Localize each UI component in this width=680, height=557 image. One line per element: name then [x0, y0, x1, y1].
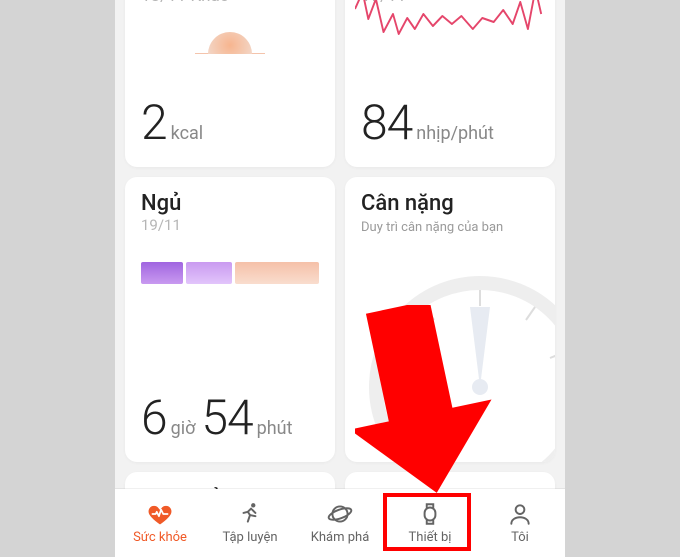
card-calories[interactable]: 18/11 Khác 2kcal [125, 0, 335, 167]
nav-label: Thiết bị [409, 530, 452, 545]
heart-icon [147, 501, 173, 527]
calories-metric: 2kcal [141, 94, 203, 151]
heart-rate-value: 84 [361, 94, 412, 151]
card-subtitle: Duy trì cân nặng của bạn [361, 220, 539, 235]
health-dashboard: 18/11 Khác 2kcal [115, 0, 565, 505]
card-sleep[interactable]: Ngủ 19/11 6giờ 54phút [125, 177, 335, 462]
card-heart-rate[interactable]: 19/11 84nhịp/phút [345, 0, 555, 167]
nav-label: Khám phá [311, 530, 370, 545]
heart-rate-chart [355, 0, 545, 59]
planet-icon [327, 501, 353, 527]
runner-icon [237, 501, 263, 527]
nav-me[interactable]: Tôi [475, 489, 565, 557]
nav-label: Tôi [511, 530, 529, 545]
sleep-mins: 54 [201, 389, 252, 446]
nav-label: Sức khỏe [133, 530, 187, 545]
phone-frame: 18/11 Khác 2kcal [115, 0, 565, 557]
nav-label: Tập luyện [222, 530, 277, 545]
sleep-hours: 6 [141, 389, 167, 446]
nav-discover[interactable]: Khám phá [295, 489, 385, 557]
bottom-nav: Sức khỏe Tập luyện Khám phá Thiết bị Tôi [115, 489, 565, 557]
card-title: Cân nặng [361, 191, 539, 216]
nav-exercise[interactable]: Tập luyện [205, 489, 295, 557]
sleep-metric: 6giờ 54phút [141, 389, 292, 446]
card-title: Ngủ [141, 191, 319, 216]
nav-device[interactable]: Thiết bị [385, 489, 475, 557]
card-date: 19/11 [141, 216, 319, 234]
heart-rate-unit: nhịp/phút [416, 123, 494, 144]
calories-unit: kcal [171, 123, 204, 144]
sleep-bars [141, 262, 319, 284]
sleep-hours-unit: giờ [171, 418, 196, 439]
nav-health[interactable]: Sức khỏe [115, 489, 205, 557]
sleep-mins-unit: phút [257, 418, 293, 439]
heart-rate-metric: 84nhịp/phút [361, 94, 494, 151]
calories-value: 2 [141, 94, 167, 151]
sunrise-icon [185, 2, 275, 66]
person-icon [507, 501, 533, 527]
weight-dial-icon [365, 272, 555, 462]
watch-icon [417, 501, 443, 527]
card-weight[interactable]: Cân nặng Duy trì cân nặng của bạn [345, 177, 555, 462]
